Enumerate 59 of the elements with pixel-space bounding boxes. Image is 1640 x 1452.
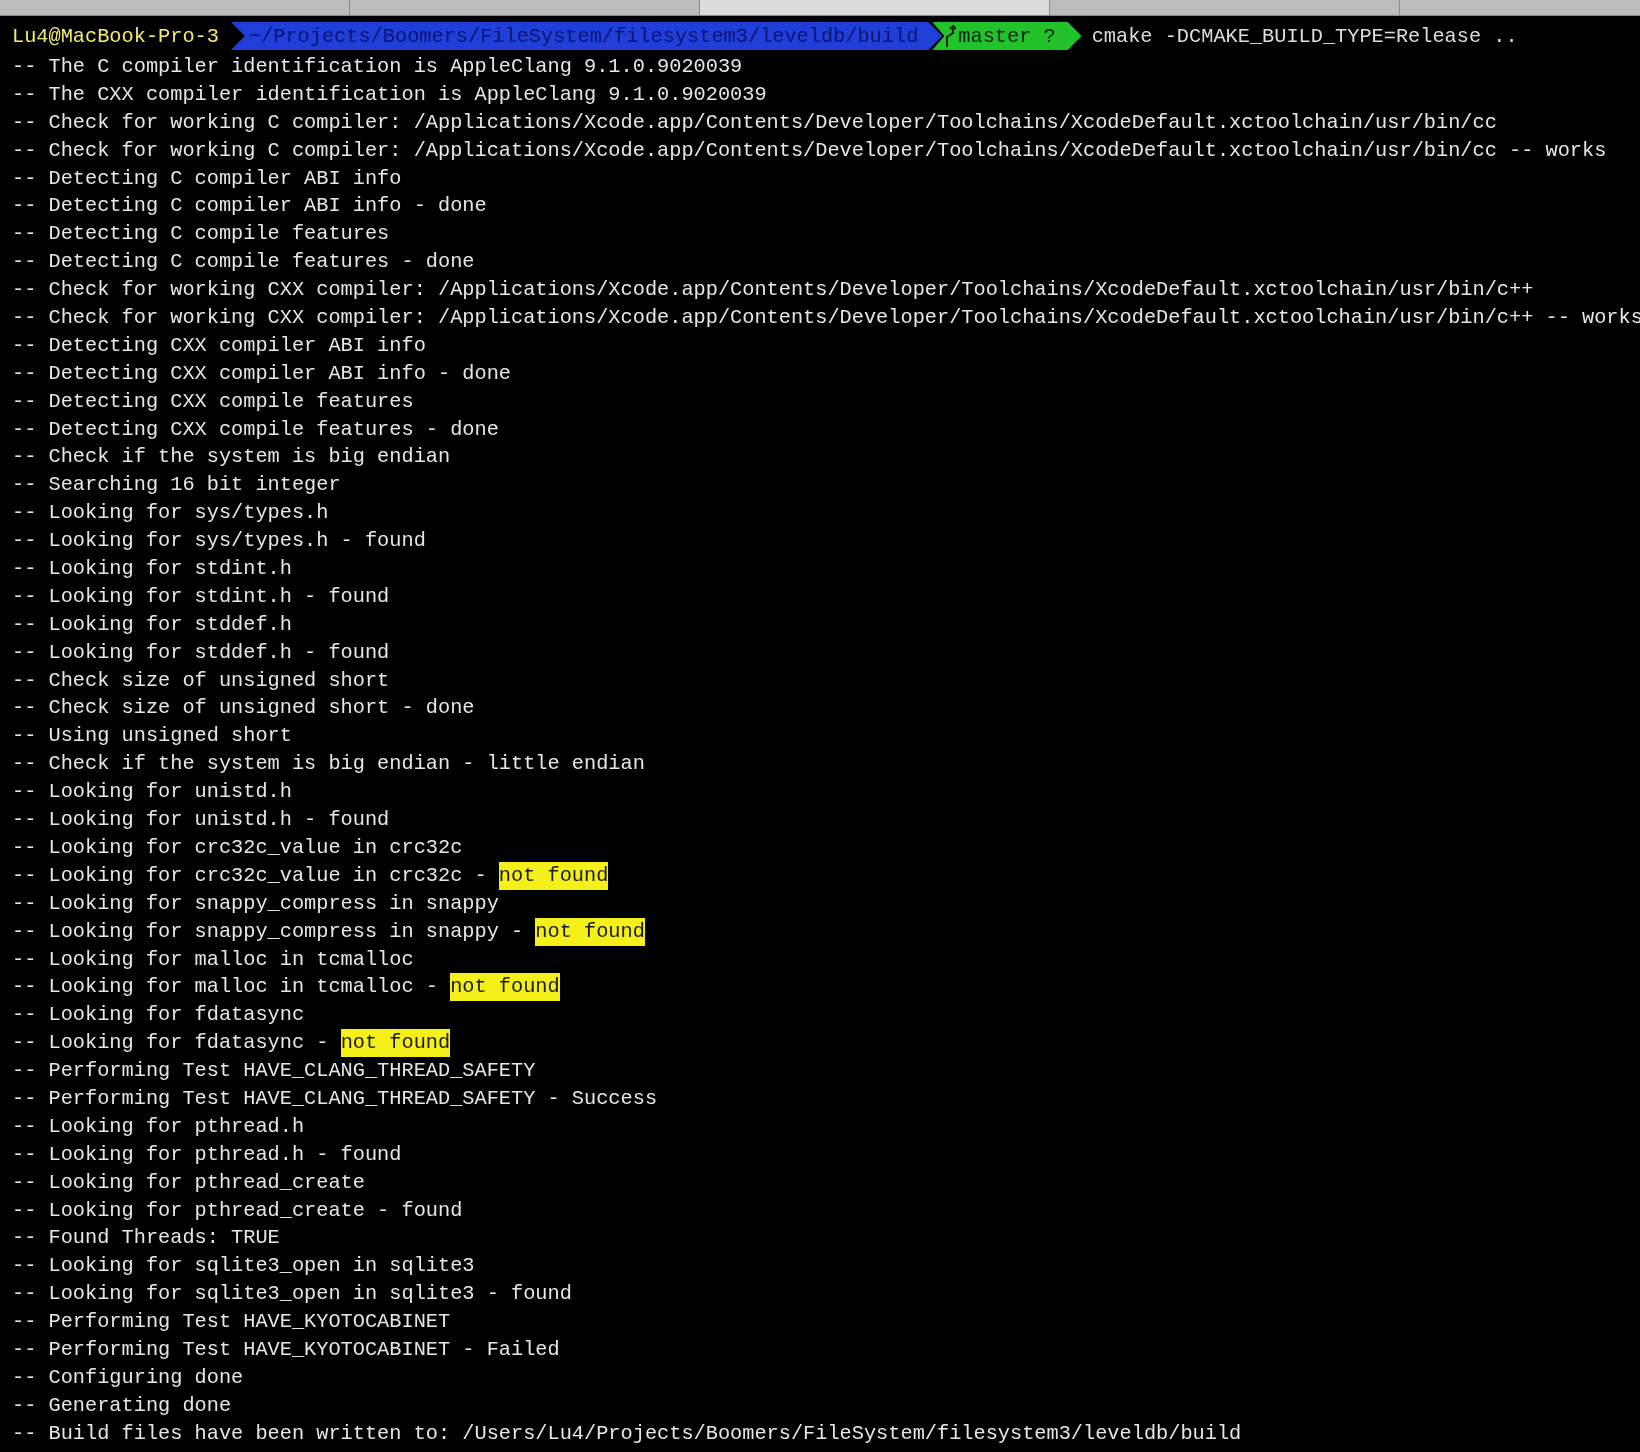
output-line: -- Detecting C compile features (12, 221, 390, 248)
output-line: -- Looking for fdatasync (12, 1002, 305, 1029)
output-line: -- Looking for sys/types.h (12, 500, 329, 527)
output-line: -- Looking for malloc in tcmalloc - (12, 974, 439, 1001)
output-line: -- Check for working CXX compiler: /Applications/Xcode.app/Contents/Developer/Toolchains/XcodeDefault.xctoolchain/usr/bin/c++ (12, 277, 1534, 304)
output-line: -- Looking for pthread_create (12, 1169, 365, 1196)
output-line: -- The C compiler identification is AppleClang 9.1.0.9020039 (12, 54, 743, 80)
output-line: -- Looking for crc32c_value in crc32c (12, 834, 463, 861)
output-line: -- Looking for sqlite3_open in sqlite3 (12, 1253, 475, 1280)
output-line: -- Looking for unistd.h - found (12, 807, 390, 834)
output-line: -- Detecting CXX compile features - done (12, 416, 499, 443)
output-line: -- Check for working C compiler: /Applications/Xcode.app/Contents/Developer/Toolchains/XcodeDefault.xctoolchain/usr/bin/cc (12, 109, 1497, 136)
branch-icon (944, 25, 957, 47)
prompt-path: ~/Projects/Boomers/FileSystem/filesystem3/leveldb/build (230, 22, 943, 50)
output-line: -- Detecting CXX compile features (12, 388, 414, 415)
output-line: -- Performing Test HAVE_CLANG_THREAD_SAFETY - Success (12, 1085, 658, 1112)
output-line: -- Check for working C compiler: /Applications/Xcode.app/Contents/Developer/Toolchains/XcodeDefault.xctoolchain/usr/bin/cc -- works (12, 137, 1607, 164)
highlighted-status: not found (450, 973, 560, 1002)
output-line: -- Using unsigned short (12, 723, 292, 750)
output-line: -- Build files have been written to: /Users/Lu4/Projects/Boomers/FileSystem/filesystem3/leveldb/build (12, 1420, 1242, 1447)
output-line: -- Performing Test HAVE_CLANG_THREAD_SAFETY (12, 1058, 536, 1085)
output-line: -- Detecting C compile features - done (12, 249, 475, 276)
output-line: -- Generating done (12, 1392, 232, 1419)
output-line: -- Check size of unsigned short - done (12, 695, 475, 722)
output-line: -- Looking for stddef.h (12, 611, 292, 638)
output-line: -- Check size of unsigned short (12, 667, 390, 694)
output-line: -- Check if the system is big endian (12, 444, 451, 471)
output-line: -- Searching 16 bit integer (12, 472, 341, 499)
prompt-branch: master ? (932, 22, 1082, 50)
output-line: -- Check if the system is big endian - little endian (12, 751, 645, 778)
output-line: -- Looking for sys/types.h - found (12, 528, 426, 555)
output-line: -- Looking for snappy_compress in snappy - (12, 918, 525, 945)
output-line: -- Detecting C compiler ABI info (12, 165, 402, 192)
output-line: -- Looking for stddef.h - found (12, 639, 390, 666)
output-line: -- Looking for pthread.h - found (12, 1141, 402, 1168)
output-line: -- The CXX compiler identification is AppleClang 9.1.0.9020039 (12, 81, 767, 108)
output-line: -- Found Threads: TRUE (12, 1225, 280, 1252)
output-line: -- Looking for crc32c_value in crc32c - (12, 862, 488, 889)
output-line: -- Looking for stdint.h (12, 556, 292, 583)
output-line: -- Looking for fdatasync - (12, 1030, 330, 1057)
output-line: -- Detecting CXX compiler ABI info - done (12, 360, 511, 387)
output-line: -- Looking for stdint.h - found (12, 583, 390, 610)
output-line: -- Looking for malloc in tcmalloc (12, 946, 414, 973)
highlighted-status: not found (340, 1029, 451, 1058)
output-line: -- Configuring done (12, 1364, 244, 1391)
terminal-tab[interactable] (700, 0, 1050, 15)
output-line: -- Detecting C compiler ABI info - done (12, 193, 487, 220)
prompt-host: Lu4@MacBook-Pro-3 (12, 24, 220, 48)
output-line: -- Looking for pthread.h (12, 1113, 305, 1140)
output-line: -- Performing Test HAVE_KYOTOCABINET - Failed (12, 1336, 560, 1363)
output-line: -- Detecting CXX compiler ABI info (12, 332, 426, 359)
highlighted-status: not found (535, 917, 645, 946)
output-line: -- Looking for pthread_create - found (12, 1197, 463, 1224)
output-line: -- Looking for unistd.h (12, 779, 292, 806)
output-line: -- Looking for sqlite3_open in sqlite3 - found (12, 1281, 572, 1308)
command-text: cmake -DCMAKE_BUILD_TYPE=Release .. (1091, 24, 1518, 48)
output-line: -- Performing Test HAVE_KYOTOCABINET (12, 1309, 451, 1336)
output-line: -- Looking for snappy_compress in snappy (12, 890, 499, 917)
highlighted-status: not found (498, 861, 609, 890)
